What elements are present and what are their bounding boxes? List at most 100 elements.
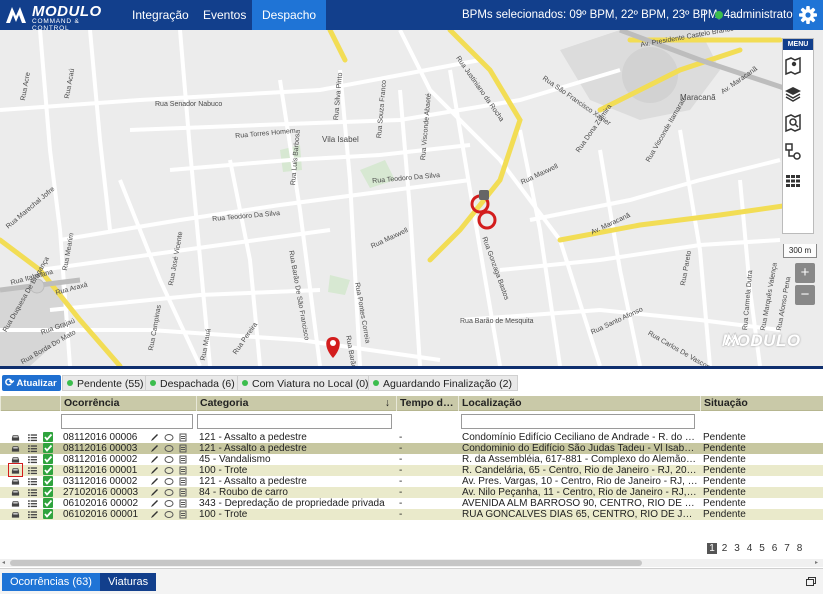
- page-link[interactable]: 7: [782, 543, 792, 554]
- map-tools-panel: MENU: [782, 38, 814, 234]
- filter-tab-despachada[interactable]: Despachada (6): [145, 375, 241, 391]
- details-list-icon[interactable]: [28, 444, 37, 453]
- map-view[interactable]: Rua Acre Rua Acaú Rua Senador Nabuco Rua…: [0, 30, 823, 366]
- confirm-check-icon[interactable]: [43, 509, 53, 519]
- filter-tab-label: Pendente (55): [77, 378, 144, 390]
- horizontal-scrollbar[interactable]: ◂ ▸: [0, 559, 823, 567]
- map-canvas[interactable]: [0, 30, 823, 366]
- details-list-icon[interactable]: [28, 488, 37, 497]
- confirm-check-icon[interactable]: [43, 465, 53, 475]
- row-tools-icons[interactable]: [150, 510, 190, 519]
- map-scale: 300 m: [783, 244, 817, 258]
- row-tools-icons[interactable]: [150, 444, 190, 453]
- table-row[interactable]: 08112016 00002 45 - Vandalismo - R. da Asse…: [0, 454, 823, 465]
- filter-localizacao-input[interactable]: [461, 414, 695, 429]
- row-tools-icons[interactable]: [150, 499, 190, 508]
- filter-categoria-input[interactable]: [197, 414, 392, 429]
- confirm-check-icon[interactable]: [43, 476, 53, 486]
- page-link[interactable]: 4: [745, 543, 755, 554]
- filter-ocorrencia-input[interactable]: [61, 414, 193, 429]
- page-link[interactable]: 1: [707, 543, 717, 554]
- status-dot-icon: [67, 380, 73, 386]
- selected-bpms-text[interactable]: BPMs selecionados: 09º BPM, 22º BPM, 23º…: [462, 0, 742, 30]
- cell-tempo: -: [399, 432, 403, 443]
- zoom-out-button[interactable]: −: [795, 285, 815, 305]
- layers-icon[interactable]: [783, 84, 803, 104]
- table-row[interactable]: 06102016 00002 343 - Depredação de propri…: [0, 498, 823, 509]
- map-menu-label[interactable]: MENU: [783, 39, 813, 50]
- column-header-localizacao[interactable]: Localização: [458, 396, 700, 411]
- details-list-icon[interactable]: [28, 510, 37, 519]
- column-header-ocorrencia[interactable]: Ocorrência: [60, 396, 196, 411]
- tab-viaturas[interactable]: Viaturas: [100, 573, 157, 591]
- details-list-icon[interactable]: [28, 477, 37, 486]
- dispatch-vehicle-icon[interactable]: [11, 488, 20, 497]
- cell-tempo: -: [399, 465, 403, 476]
- row-tools-icons[interactable]: [150, 433, 190, 442]
- table-row[interactable]: 03112016 00002 121 - Assalto a pedestre - A…: [0, 476, 823, 487]
- row-tools-icons[interactable]: [150, 455, 190, 464]
- page-link[interactable]: 2: [720, 543, 730, 554]
- refresh-button[interactable]: ⟳ Atualizar: [2, 375, 61, 391]
- column-header-tempo[interactable]: Tempo d…: [396, 396, 458, 411]
- cell-situacao: Pendente: [703, 443, 746, 454]
- user-menu[interactable]: administrator: [730, 0, 796, 30]
- scroll-right-icon[interactable]: ▸: [815, 559, 818, 566]
- highlighted-vehicle-button[interactable]: [8, 463, 23, 477]
- row-tools-icons[interactable]: [150, 488, 190, 497]
- table-row[interactable]: 06102016 00001 100 - Trote - RUA GONCALVES …: [0, 509, 823, 520]
- tab-integracao[interactable]: Integração: [122, 0, 199, 30]
- column-header-situacao[interactable]: Situação: [700, 396, 823, 411]
- confirm-check-icon[interactable]: [43, 498, 53, 508]
- restore-window-icon[interactable]: [806, 577, 816, 586]
- dispatch-vehicle-icon[interactable]: [11, 477, 20, 486]
- confirm-check-icon[interactable]: [43, 454, 53, 464]
- confirm-check-icon[interactable]: [43, 443, 53, 453]
- confirm-check-icon[interactable]: [43, 487, 53, 497]
- filter-tab-com-viatura[interactable]: Com Viatura no Local (0): [237, 375, 375, 391]
- scrollbar-thumb[interactable]: [10, 560, 642, 566]
- details-list-icon[interactable]: [28, 466, 37, 475]
- page-link[interactable]: 6: [770, 543, 780, 554]
- cell-categoria: 84 - Roubo de carro: [199, 487, 288, 498]
- map-pin-icon[interactable]: [783, 56, 803, 76]
- header-actions: [0, 396, 60, 411]
- details-list-icon[interactable]: [28, 455, 37, 464]
- cell-categoria: 343 - Depredação de propriedade privada: [199, 498, 385, 509]
- page-link[interactable]: 8: [795, 543, 805, 554]
- column-header-categoria[interactable]: Categoria ↓: [196, 396, 396, 411]
- details-list-icon[interactable]: [28, 499, 37, 508]
- tab-ocorrencias[interactable]: Ocorrências (63): [2, 573, 100, 591]
- confirm-check-icon[interactable]: [43, 432, 53, 442]
- page-link[interactable]: 5: [757, 543, 767, 554]
- page-link[interactable]: 3: [732, 543, 742, 554]
- route-icon[interactable]: [783, 142, 803, 162]
- scroll-left-icon[interactable]: ◂: [2, 559, 5, 566]
- dispatch-vehicle-icon[interactable]: [11, 444, 20, 453]
- cell-categoria: 121 - Assalto a pedestre: [199, 443, 307, 454]
- grid-icon[interactable]: [783, 171, 803, 191]
- dispatch-vehicle-icon[interactable]: [11, 499, 20, 508]
- settings-button[interactable]: [793, 0, 823, 30]
- zoom-in-button[interactable]: +: [795, 263, 815, 283]
- table-row[interactable]: 08112016 00001 100 - Trote - R. Candelária,…: [0, 463, 823, 477]
- cell-ocorrencia: 27102016 00003: [63, 487, 139, 498]
- search-map-icon[interactable]: [783, 113, 803, 133]
- cell-tempo: -: [399, 509, 403, 520]
- cell-localizacao: Av. Nilo Peçanha, 11 - Centro, Rio de Ja…: [462, 487, 698, 498]
- dispatch-vehicle-icon[interactable]: [11, 510, 20, 519]
- filter-tab-pendente[interactable]: Pendente (55): [62, 375, 150, 391]
- sort-desc-icon[interactable]: ↓: [385, 396, 390, 411]
- table-row[interactable]: 08112016 00006 121 - Assalto a pedestre - C…: [0, 432, 823, 443]
- table-row[interactable]: 27102016 00003 84 - Roubo de carro - Av. Ni…: [0, 487, 823, 498]
- filter-tab-aguardando[interactable]: Aguardando Finalização (2): [368, 375, 518, 391]
- filter-tab-label: Despachada (6): [160, 378, 235, 390]
- tab-despacho[interactable]: Despacho: [252, 0, 327, 30]
- tab-eventos[interactable]: Eventos: [193, 0, 256, 30]
- details-list-icon[interactable]: [28, 433, 37, 442]
- row-tools-icons[interactable]: [150, 477, 190, 486]
- row-tools-icons[interactable]: [150, 466, 190, 475]
- table-row[interactable]: 08112016 00003 121 - Assalto a pedestre - C…: [0, 443, 823, 454]
- dispatch-vehicle-icon[interactable]: [11, 433, 20, 442]
- cell-categoria: 121 - Assalto a pedestre: [199, 476, 307, 487]
